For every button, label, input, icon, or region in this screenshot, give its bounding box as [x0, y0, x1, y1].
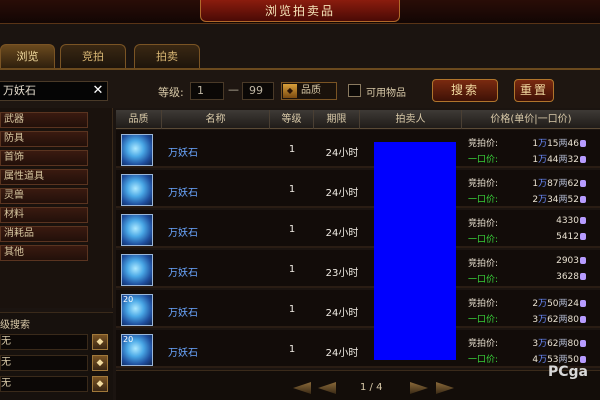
item-name-link[interactable]: 万妖石 — [168, 184, 228, 199]
item-duration: 24小时 — [325, 348, 359, 359]
stack-count-badge: 20 — [123, 295, 134, 304]
category-item[interactable]: 其他 — [0, 245, 88, 261]
bid-price-value: 2万50两24 — [530, 296, 586, 309]
buyout-price-value: 5412 — [530, 232, 586, 242]
advanced-search-title: 级搜索 — [0, 320, 30, 331]
search-button[interactable]: 搜索 — [432, 79, 498, 102]
col-duration[interactable]: 期限 — [314, 110, 360, 129]
col-price[interactable]: 价格(单价|一口价) — [462, 110, 600, 129]
advanced-filter-arrow-icon[interactable]: ◆ — [92, 376, 108, 392]
buyout-price-value: 2万34两52 — [530, 192, 586, 205]
seller-redacted-block — [374, 142, 456, 360]
bid-price-label: 竞拍价: — [468, 259, 499, 269]
item-level: 1 — [288, 144, 296, 155]
item-duration: 24小时 — [325, 228, 359, 239]
page-indicator: 1 / 4 — [360, 382, 383, 393]
category-item[interactable]: 武器 — [0, 112, 88, 128]
col-quality[interactable]: 品质 — [116, 110, 162, 129]
item-level: 1 — [288, 184, 296, 195]
bid-price-value: 4330 — [530, 216, 586, 226]
buyout-price-value: 3万62两80 — [530, 312, 586, 325]
buyout-price-label: 一口价: — [468, 275, 499, 285]
item-duration: 24小时 — [325, 188, 359, 199]
advanced-filter-arrow-icon[interactable]: ◆ — [92, 355, 108, 371]
bid-price-label: 竞拍价: — [468, 179, 499, 189]
advanced-filter-select[interactable]: 无 — [0, 355, 88, 371]
item-name-link[interactable]: 万妖石 — [168, 304, 228, 319]
item-gem-icon[interactable] — [121, 174, 153, 206]
level-max-input[interactable]: 99 — [242, 82, 274, 100]
item-duration: 24小时 — [325, 148, 359, 159]
item-gem-icon[interactable]: 20 — [121, 334, 153, 366]
buyout-price-label: 一口价: — [468, 235, 499, 245]
usable-items-label: 可用物品 — [366, 88, 406, 99]
level-min-input[interactable]: 1 — [190, 82, 224, 100]
item-level: 1 — [288, 264, 296, 275]
reset-button[interactable]: 重置 — [514, 79, 554, 102]
level-dash: — — [228, 83, 239, 96]
advanced-filter-select[interactable]: 无 — [0, 376, 88, 392]
item-gem-icon[interactable] — [121, 214, 153, 246]
col-name[interactable]: 名称 — [162, 110, 270, 129]
buyout-price-label: 一口价: — [468, 155, 499, 165]
advanced-filter-arrow-icon[interactable]: ◆ — [92, 334, 108, 350]
tab-bid[interactable]: 竞拍 — [60, 44, 126, 68]
bid-price-value: 1万87两62 — [530, 176, 586, 189]
bid-price-value: 1万15两46 — [530, 136, 586, 149]
usable-items-checkbox[interactable] — [348, 84, 361, 97]
bid-price-label: 竞拍价: — [468, 339, 499, 349]
bid-price-label: 竞拍价: — [468, 219, 499, 229]
bid-price-value: 3万62两80 — [530, 336, 586, 349]
col-seller[interactable]: 拍卖人 — [360, 110, 462, 129]
buyout-price-label: 一口价: — [468, 315, 499, 325]
item-level: 1 — [288, 304, 296, 315]
advanced-filter-select[interactable]: 无 — [0, 334, 88, 350]
item-level: 1 — [288, 344, 296, 355]
item-name-link[interactable]: 万妖石 — [168, 344, 228, 359]
buyout-price-label: 一口价: — [468, 355, 499, 365]
category-item[interactable]: 首饰 — [0, 150, 88, 166]
item-name-link[interactable]: 万妖石 — [168, 264, 228, 279]
category-item[interactable]: 属性道具 — [0, 169, 88, 185]
category-item[interactable]: 消耗品 — [0, 226, 88, 242]
item-name-link[interactable]: 万妖石 — [168, 224, 228, 239]
stack-count-badge: 20 — [123, 335, 134, 344]
bid-price-label: 竞拍价: — [468, 299, 499, 309]
watermark: PCga — [548, 364, 589, 380]
col-level[interactable]: 等级 — [270, 110, 314, 129]
bid-price-label: 竞拍价: — [468, 139, 499, 149]
item-gem-icon[interactable] — [121, 254, 153, 286]
category-item[interactable]: 灵兽 — [0, 188, 88, 204]
pager — [116, 370, 600, 400]
item-duration: 23小时 — [325, 268, 359, 279]
item-level: 1 — [288, 224, 296, 235]
quality-gem-icon: ◆ — [283, 84, 297, 98]
tab-browse[interactable]: 浏览 — [0, 44, 55, 68]
buyout-price-value: 1万44两32 — [530, 152, 586, 165]
item-name-link[interactable]: 万妖石 — [168, 144, 228, 159]
item-gem-icon[interactable] — [121, 134, 153, 166]
quality-label: 品质 — [301, 85, 321, 96]
window-title: 浏览拍卖品 — [200, 0, 400, 22]
bid-price-value: 2903 — [530, 256, 586, 266]
quality-dropdown[interactable]: ◆ 品质 — [281, 82, 337, 100]
category-item[interactable]: 防具 — [0, 131, 88, 147]
item-gem-icon[interactable]: 20 — [121, 294, 153, 326]
tab-sell[interactable]: 拍卖 — [134, 44, 200, 68]
buyout-price-label: 一口价: — [468, 195, 499, 205]
buyout-price-value: 3628 — [530, 272, 586, 282]
level-label: 等级: — [158, 86, 184, 99]
item-duration: 24小时 — [325, 308, 359, 319]
category-item[interactable]: 材料 — [0, 207, 88, 223]
clear-search-icon[interactable]: ✕ — [90, 81, 106, 101]
